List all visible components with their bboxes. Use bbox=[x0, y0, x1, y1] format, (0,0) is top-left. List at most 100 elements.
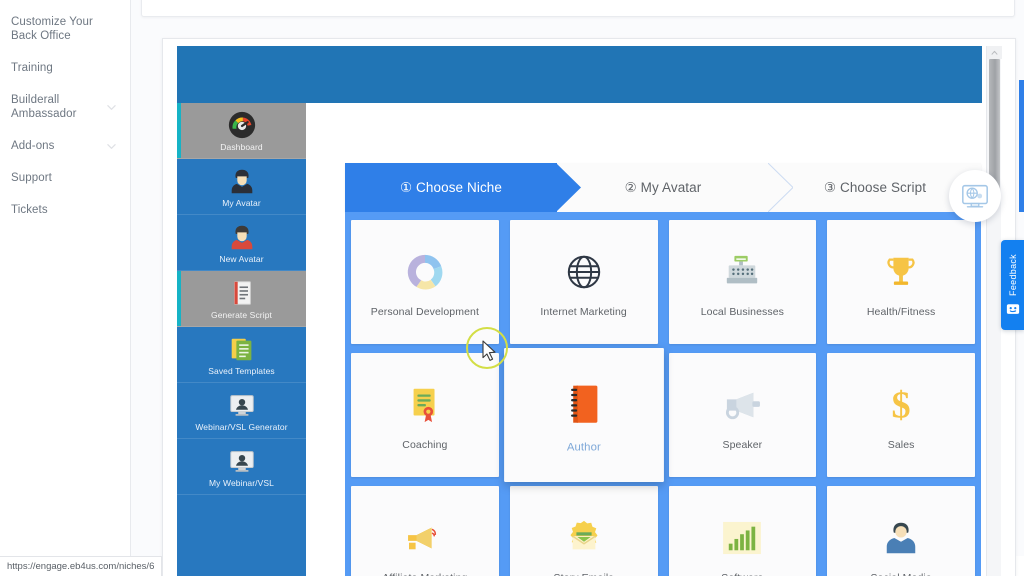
niche-card-coaching[interactable]: Coaching bbox=[351, 353, 499, 477]
niche-card-health-fitness[interactable]: Health/Fitness bbox=[827, 220, 975, 344]
wizard-step-label: ② My Avatar bbox=[624, 179, 702, 195]
megaphone-icon bbox=[721, 380, 763, 430]
globe-icon bbox=[565, 247, 603, 297]
sidebar-item-label: Customize Your Back Office bbox=[11, 16, 93, 42]
niche-card-label: Internet Marketing bbox=[540, 305, 627, 318]
donut-chart-icon bbox=[404, 247, 446, 297]
sidebar-item-label: Add-ons bbox=[11, 140, 55, 152]
sidebar-item-support[interactable]: Support bbox=[0, 162, 130, 194]
niche-card-label: Affiliate Marketing bbox=[382, 572, 467, 576]
app-scrollbar[interactable] bbox=[986, 46, 1002, 576]
niche-card-personal-development[interactable]: Personal Development bbox=[351, 220, 499, 344]
top-content-card bbox=[141, 0, 1015, 17]
sidebar-item-customize-back-office[interactable]: Customize Your Back Office bbox=[0, 6, 130, 52]
wizard-step-choose-niche[interactable]: ① Choose Niche bbox=[345, 163, 581, 212]
niche-card-local-businesses[interactable]: Local Businesses bbox=[668, 220, 817, 344]
niche-card-author[interactable]: Author bbox=[503, 348, 664, 482]
sidebar-item-tickets[interactable]: Tickets bbox=[0, 194, 130, 226]
monitor-person-icon bbox=[227, 390, 257, 420]
screen: Customize Your Back Office Training Buil… bbox=[0, 0, 1024, 576]
niche-card-label: Health/Fitness bbox=[866, 305, 936, 318]
niche-card-speaker[interactable]: Speaker bbox=[668, 353, 817, 477]
sidebar-item-add-ons[interactable]: Add-ons bbox=[0, 130, 130, 162]
documents-stack-icon bbox=[227, 334, 257, 364]
niche-card-affiliate-marketing[interactable]: Affiliate Marketing bbox=[351, 486, 499, 576]
sidebar-item-label: Builderall Ambassador bbox=[11, 94, 77, 120]
browser-status-bar: https://engage.eb4us.com/niches/6 bbox=[0, 556, 163, 576]
niche-card-label: Social Media bbox=[870, 572, 931, 576]
mouse-cursor bbox=[482, 340, 497, 362]
notebook-icon bbox=[565, 377, 602, 431]
wizard-step-my-avatar[interactable]: ② My Avatar bbox=[557, 163, 793, 212]
nav-item-dashboard[interactable]: Dashboard bbox=[177, 103, 306, 159]
sidebar-item-training[interactable]: Training bbox=[0, 52, 130, 84]
niche-card-label: Personal Development bbox=[370, 305, 479, 318]
document-icon bbox=[227, 278, 257, 308]
embedded-app-panel: Dashboard My Avatar New Avatar Generate … bbox=[162, 38, 1016, 576]
step-arrow-icon bbox=[768, 163, 793, 212]
sidebar-item-label: Training bbox=[11, 62, 53, 74]
avatar-red-icon bbox=[227, 222, 257, 252]
sidebar-item-label: Support bbox=[11, 172, 52, 184]
nav-item-generate-script[interactable]: Generate Script bbox=[177, 271, 306, 327]
ai-assistant-button[interactable] bbox=[949, 170, 1001, 222]
niche-card-label: Local Businesses bbox=[700, 305, 785, 318]
niche-card-internet-marketing[interactable]: Internet Marketing bbox=[509, 220, 658, 344]
niche-card-story-emails[interactable]: Story Emails bbox=[509, 486, 658, 576]
certificate-icon bbox=[406, 380, 444, 430]
nav-item-label: Dashboard bbox=[220, 141, 263, 152]
step-arrow-icon bbox=[556, 163, 581, 212]
dollar-sign-icon: $ bbox=[887, 380, 915, 430]
sidebar-item-label: Tickets bbox=[11, 204, 48, 216]
monitor-globe-icon bbox=[960, 181, 990, 211]
nav-item-label: Webinar/VSL Generator bbox=[195, 421, 288, 432]
niche-card-label: Story Emails bbox=[554, 572, 614, 576]
bar-chart-icon bbox=[722, 513, 762, 563]
app-header-bar bbox=[177, 46, 982, 103]
smiley-icon bbox=[1006, 302, 1020, 316]
status-url: https://engage.eb4us.com/niches/6 bbox=[7, 561, 155, 572]
user-profile-icon bbox=[882, 513, 920, 563]
wizard-step-label: ③ Choose Script bbox=[823, 179, 927, 195]
sidebar-item-builderall-ambassador[interactable]: Builderall Ambassador bbox=[0, 84, 130, 130]
wizard-steps: ① Choose Niche ② My Avatar ③ Choose Scri… bbox=[345, 163, 981, 212]
niche-grid-container: Personal Development Internet Marketing … bbox=[345, 212, 981, 576]
nav-item-webinar-vsl-generator[interactable]: Webinar/VSL Generator bbox=[177, 383, 306, 439]
wizard-step-label: ① Choose Niche bbox=[399, 179, 503, 195]
niche-card-sales[interactable]: $ Sales bbox=[827, 353, 975, 477]
host-sidebar: Customize Your Back Office Training Buil… bbox=[0, 0, 131, 556]
avatar-dark-icon bbox=[227, 166, 257, 196]
niche-card-label: Author bbox=[566, 440, 601, 454]
gauge-icon bbox=[227, 110, 257, 140]
nav-item-label: My Avatar bbox=[222, 197, 261, 208]
app-navigation: Dashboard My Avatar New Avatar Generate … bbox=[177, 103, 306, 576]
niche-card-social-media[interactable]: Social Media bbox=[827, 486, 975, 576]
nav-item-label: Generate Script bbox=[210, 309, 273, 320]
nav-item-label: My Webinar/VSL bbox=[208, 477, 275, 488]
cash-register-icon bbox=[722, 247, 762, 297]
nav-item-saved-templates[interactable]: Saved Templates bbox=[177, 327, 306, 383]
chevron-up-icon[interactable] bbox=[987, 46, 1002, 59]
chevron-down-icon bbox=[107, 103, 116, 112]
nav-item-my-avatar[interactable]: My Avatar bbox=[177, 159, 306, 215]
feedback-tab[interactable]: Feedback bbox=[1001, 240, 1024, 330]
nav-item-new-avatar[interactable]: New Avatar bbox=[177, 215, 306, 271]
page-accent-strip bbox=[1019, 80, 1024, 212]
nav-item-label: New Avatar bbox=[219, 253, 264, 264]
niche-card-label: Speaker bbox=[722, 438, 763, 451]
niche-grid: Personal Development Internet Marketing … bbox=[351, 220, 975, 576]
niche-card-software[interactable]: Software bbox=[668, 486, 817, 576]
monitor-person-icon bbox=[227, 446, 257, 476]
email-badge-icon bbox=[564, 513, 604, 563]
svg-text:$: $ bbox=[892, 384, 911, 426]
nav-item-label: Saved Templates bbox=[208, 365, 275, 376]
app-content: ① Choose Niche ② My Avatar ③ Choose Scri… bbox=[306, 103, 986, 576]
chevron-down-icon bbox=[107, 142, 116, 151]
niche-card-label: Sales bbox=[887, 438, 915, 451]
nav-item-my-webinar-vsl[interactable]: My Webinar/VSL bbox=[177, 439, 306, 495]
megaphone-flat-icon bbox=[404, 513, 446, 563]
feedback-label: Feedback bbox=[1007, 254, 1018, 296]
niche-card-label: Software bbox=[721, 572, 763, 576]
trophy-icon bbox=[882, 247, 920, 297]
niche-card-label: Coaching bbox=[402, 438, 448, 451]
